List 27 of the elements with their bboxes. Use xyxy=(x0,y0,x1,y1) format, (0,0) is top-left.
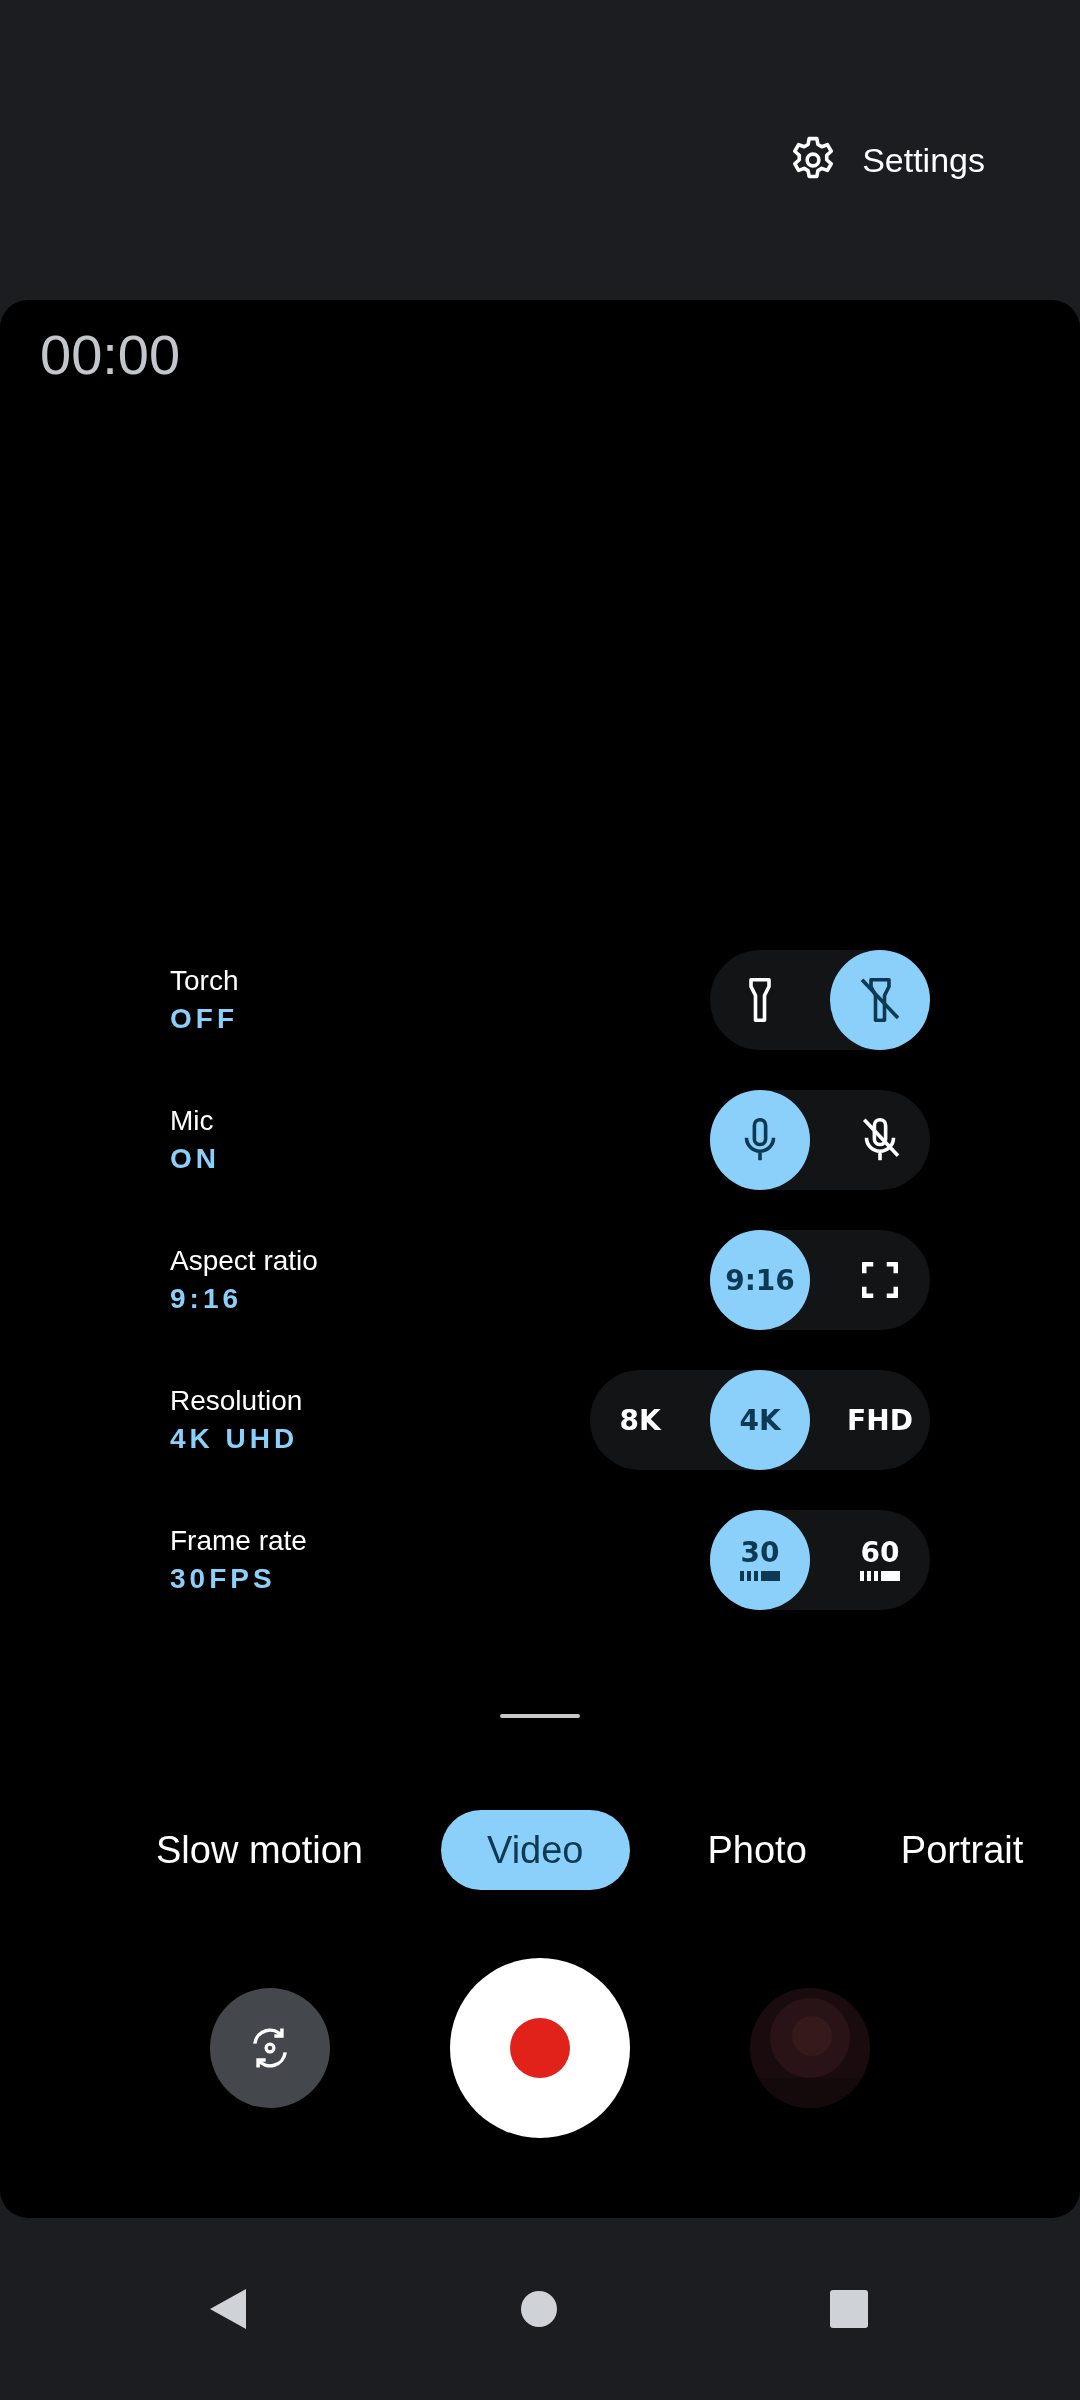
mode-tab[interactable]: Photo xyxy=(691,1810,823,1890)
drag-handle[interactable] xyxy=(500,1714,580,1718)
home-icon[interactable] xyxy=(521,2291,557,2327)
option-button[interactable]: 8K xyxy=(590,1370,690,1470)
recording-timer: 00:00 xyxy=(39,322,181,388)
mode-tab[interactable]: Slow motion xyxy=(140,1810,379,1890)
setting-value: ON xyxy=(170,1143,220,1175)
setting-label: Frame rate xyxy=(170,1525,307,1557)
option-button[interactable]: FHD xyxy=(830,1370,930,1470)
bars-icon xyxy=(860,1571,900,1581)
option-button[interactable]: 60 xyxy=(830,1510,930,1610)
setting-value: 9:16 xyxy=(170,1283,244,1315)
setting-label: Mic xyxy=(170,1105,215,1137)
back-icon[interactable] xyxy=(208,2287,248,2331)
mode-tab[interactable]: Video xyxy=(441,1810,630,1890)
setting-value: 4K UHD xyxy=(170,1423,300,1455)
option-button[interactable]: 4K xyxy=(710,1370,810,1470)
setting-label: Aspect ratio xyxy=(170,1245,318,1277)
setting-value: OFF xyxy=(170,1003,239,1035)
option-button[interactable]: 9:16 xyxy=(710,1230,810,1330)
settings-button[interactable]: Settings xyxy=(786,130,985,190)
mode-tab[interactable]: Portrait xyxy=(884,1810,1040,1890)
setting-label: Torch xyxy=(170,965,239,997)
option-button[interactable]: 30 xyxy=(710,1510,810,1610)
bars-icon xyxy=(740,1571,780,1581)
setting-value: 30FPS xyxy=(170,1563,277,1595)
setting-label: Resolution xyxy=(170,1385,303,1417)
